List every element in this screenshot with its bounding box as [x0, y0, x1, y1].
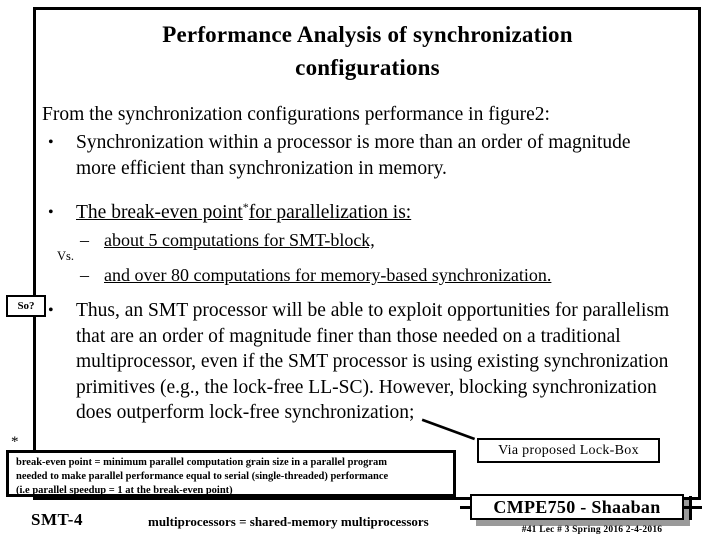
sub-bullet-marker: –: [80, 265, 89, 285]
sub-bullet-item-1: – about 5 computations for SMT-block,: [80, 228, 375, 252]
sub-bullet-text-2: and over 80 computations for memory-base…: [104, 265, 552, 285]
bullet-item-1: • Synchronization within a processor is …: [48, 130, 668, 181]
so-callout-box[interactable]: So?: [6, 295, 46, 317]
intro-text: From the synchronization configurations …: [42, 104, 550, 125]
bullet-marker: •: [48, 134, 54, 151]
footer-banner-plate: CMPE750 - Shaaban: [470, 494, 684, 520]
footer-meta: #41 Lec # 3 Spring 2016 2-4-2016: [521, 525, 663, 535]
bullet-text-2-part-b: for parallelization is:: [248, 202, 412, 223]
bullet-marker: •: [48, 302, 54, 319]
sub-bullet-marker: –: [80, 230, 89, 250]
sub-bullet-item-2: – and over 80 computations for memory-ba…: [80, 263, 551, 287]
bullet-item-3: • Thus, an SMT processor will be able to…: [48, 298, 678, 426]
footnote-asterisk: *: [11, 434, 19, 450]
multiprocessor-note: multiprocessors = shared-memory multipro…: [148, 514, 429, 529]
footnote-line-2: needed to make parallel performance equa…: [16, 471, 389, 482]
lockbox-connector-line: [421, 418, 476, 441]
footnote-box: break-even point = minimum parallel comp…: [6, 450, 456, 497]
footer-banner-right-stub: [684, 506, 702, 509]
page-title-line-2: configurations: [295, 55, 440, 80]
page-title: Performance Analysis of synchronization …: [45, 18, 690, 84]
smt4-label: SMT-4: [31, 510, 83, 529]
footer-banner: CMPE750 - Shaaban: [460, 494, 702, 526]
vs-label: Vs.: [57, 249, 75, 263]
footer-course-label: CMPE750 - Shaaban: [493, 497, 661, 517]
bullet-marker: •: [48, 204, 54, 221]
footer-banner-right-tick: [689, 496, 692, 520]
footnote-line-1: break-even point = minimum parallel comp…: [16, 457, 388, 468]
bullet-text-2-part-a: The break-even point: [76, 202, 243, 223]
bullet-item-2: • The break-even point*for parallelizati…: [48, 200, 668, 226]
bullet-text-3: Thus, an SMT processor will be able to e…: [76, 300, 670, 423]
page-title-line-1: Performance Analysis of synchronization: [162, 22, 573, 47]
bullet-text-2: The break-even point*for parallelization…: [76, 199, 412, 224]
bullet-text-1: Synchronization within a processor is mo…: [76, 132, 631, 179]
sub-bullet-text-1: about 5 computations for SMT-block,: [104, 230, 375, 250]
lockbox-note-box[interactable]: Via proposed Lock-Box: [477, 438, 660, 463]
footnote-line-3: (i.e parallel speedup = 1 at the break-e…: [16, 485, 233, 496]
slide-canvas: Performance Analysis of synchronization …: [0, 0, 720, 540]
